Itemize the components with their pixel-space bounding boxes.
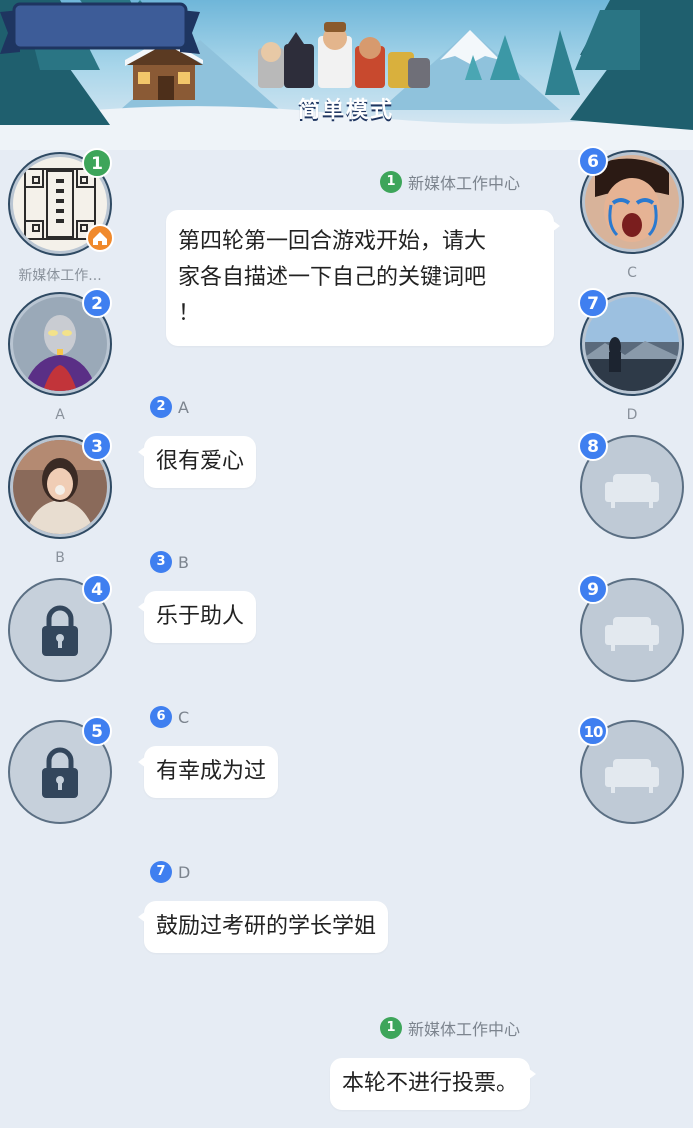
seat-number-badge: 9 — [578, 574, 608, 604]
message-bubble: 乐于助人 — [137, 591, 257, 643]
seat-4[interactable]: 4 — [8, 574, 112, 682]
sender-number-badge: 1 — [380, 1017, 402, 1039]
seat-number-badge: 1 — [82, 148, 112, 178]
seat-8[interactable]: 8 — [578, 431, 684, 539]
message-text-line: 第四轮第一回合游戏开始，请大 — [178, 229, 487, 254]
message-text: 鼓励过考研的学长学姐 — [156, 914, 377, 939]
seat-number-badge: 2 — [82, 288, 112, 318]
sender-name: B — [178, 552, 189, 572]
sender-number-badge: 1 — [380, 171, 402, 193]
message-text: 乐于助人 — [156, 604, 245, 629]
seat-7[interactable]: 7 — [578, 288, 684, 396]
sender-name: 新媒体工作中心 — [408, 1020, 521, 1039]
sender-number-badge: 2 — [150, 396, 172, 418]
message-sender: 2 A — [150, 396, 189, 418]
sender-number-badge: 7 — [150, 861, 172, 883]
seat-number-badge: 7 — [578, 288, 608, 318]
message-sender: 1 新媒体工作中心 — [380, 1016, 520, 1040]
seat-9[interactable]: 9 — [578, 574, 684, 682]
message-bubble: 有幸成为过 — [137, 746, 279, 798]
seat-1[interactable]: 1 — [8, 148, 114, 256]
sender-name: D — [178, 862, 191, 882]
message-text-line: 家各自描述一下自己的关键词吧 — [178, 265, 487, 290]
message-text: 很有爱心 — [156, 449, 245, 474]
message-sender: 7 D — [150, 861, 190, 883]
message-bubble: 鼓励过考研的学长学姐 — [137, 901, 389, 953]
sender-name: 新媒体工作中心 — [408, 174, 521, 193]
seat-1-name: 新媒体工作... — [18, 268, 102, 284]
message-sender: 3 B — [150, 551, 189, 573]
sender-number-badge: 6 — [150, 706, 172, 728]
message-sender: 1 新媒体工作中心 — [380, 170, 520, 194]
message-text: 本轮不进行投票。 — [342, 1071, 519, 1096]
header-scene: 简单模式 — [0, 0, 693, 150]
message-sender: 6 C — [150, 706, 189, 728]
seat-number-badge: 10 — [578, 716, 608, 746]
seat-2-name: A — [55, 407, 65, 423]
sender-name: A — [178, 397, 189, 417]
message-bubble: 很有爱心 — [137, 436, 257, 488]
seat-number-badge: 8 — [578, 431, 608, 461]
seat-number-badge: 6 — [578, 146, 608, 176]
mode-banner-ribbon — [0, 2, 200, 54]
seat-6[interactable]: 6 — [578, 146, 684, 254]
seat-6-name: C — [627, 265, 637, 281]
sender-number-badge: 3 — [150, 551, 172, 573]
seat-5[interactable]: 5 — [8, 716, 112, 824]
seat-2[interactable]: 2 — [8, 288, 112, 396]
seat-number-badge: 3 — [82, 431, 112, 461]
seat-7-name: D — [626, 407, 638, 423]
seat-3-name: B — [55, 550, 65, 566]
home-icon — [86, 224, 114, 252]
mode-title: 简单模式 — [297, 98, 394, 123]
seat-3[interactable]: 3 — [8, 431, 112, 539]
sender-name: C — [178, 707, 190, 727]
message-text-line: ！ — [178, 301, 201, 326]
message-bubble: 第四轮第一回合游戏开始，请大 家各自描述一下自己的关键词吧 ！ — [166, 210, 560, 346]
message-text: 有幸成为过 — [156, 759, 267, 784]
seat-10[interactable]: 10 — [578, 716, 684, 824]
seat-number-badge: 5 — [82, 716, 112, 746]
message-bubble: 本轮不进行投票。 — [330, 1058, 537, 1110]
seat-number-badge: 4 — [82, 574, 112, 604]
